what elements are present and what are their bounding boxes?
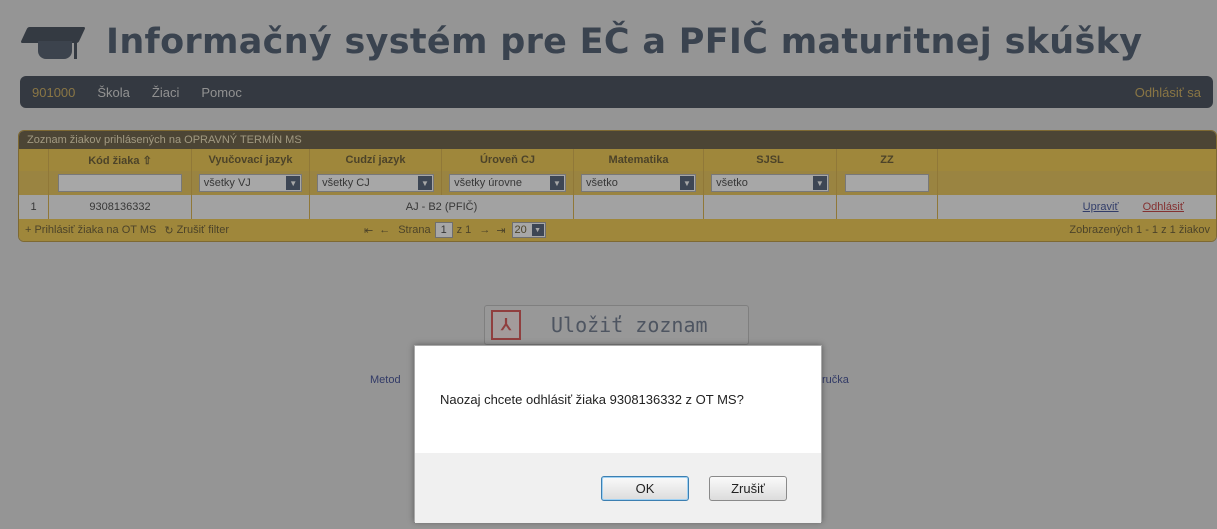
dialog-message: Naozaj chcete odhlásiť žiaka 9308136332 … bbox=[440, 392, 744, 407]
dialog-footer: OK Zrušiť bbox=[415, 453, 821, 523]
ok-button[interactable]: OK bbox=[601, 475, 689, 501]
cancel-button[interactable]: Zrušiť bbox=[709, 475, 787, 501]
confirm-dialog: Naozaj chcete odhlásiť žiaka 9308136332 … bbox=[414, 345, 822, 523]
